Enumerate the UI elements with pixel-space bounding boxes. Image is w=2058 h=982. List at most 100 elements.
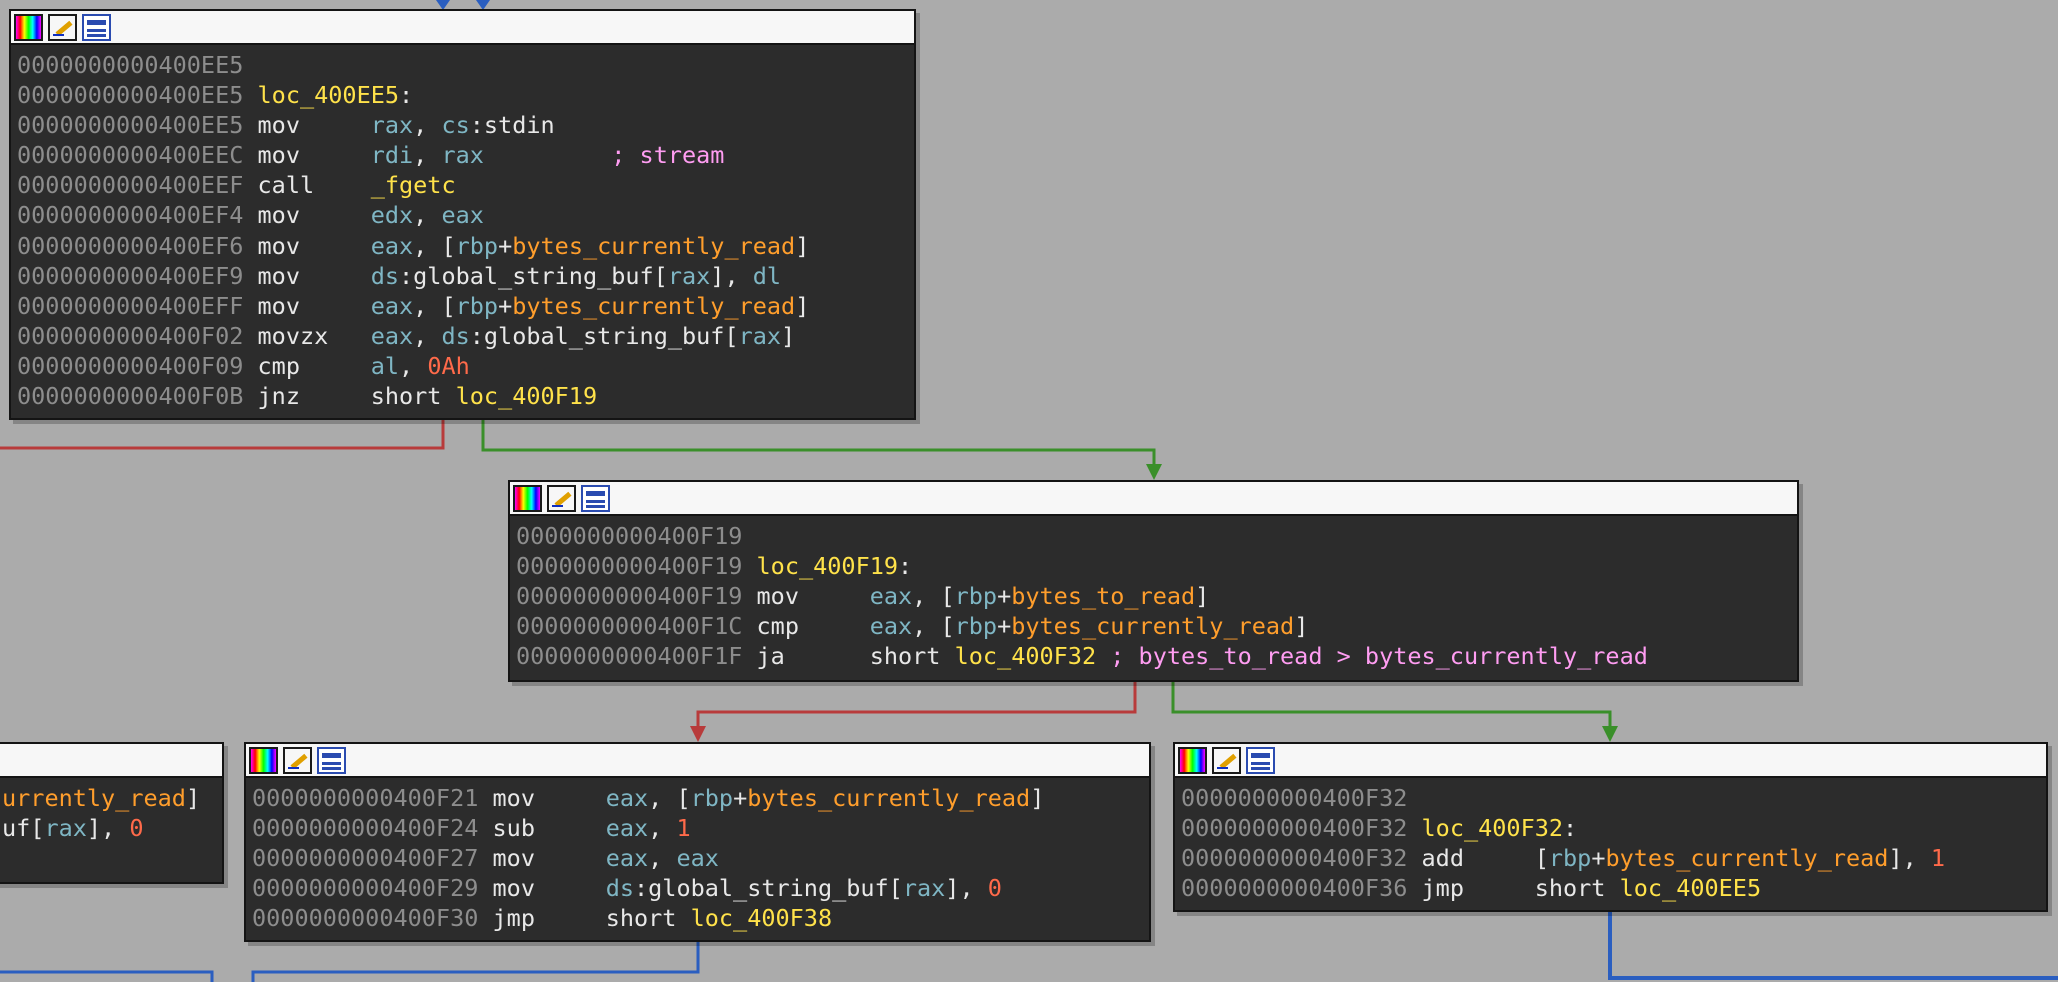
disasm-line[interactable]: 0000000000400F02 movzx eax, ds:global_st… [17, 321, 914, 351]
token-sym[interactable]: loc_400F19 [757, 552, 898, 580]
token-reg[interactable]: rbp [456, 232, 498, 260]
disasm-line[interactable]: 0000000000400F30 jmp short loc_400F38 [252, 903, 1149, 933]
token-reg[interactable]: rax [903, 874, 945, 902]
edge-false-arrow-400F21 [690, 726, 706, 742]
token-reg[interactable]: eax [870, 612, 912, 640]
token-pun: , [ [413, 291, 456, 320]
token-reg[interactable]: rax [441, 141, 483, 169]
disasm-line[interactable]: 0000000000400F19 mov eax, [rbp+bytes_to_… [516, 581, 1797, 611]
token-reg[interactable]: dl [753, 262, 781, 290]
token-seg: cs [441, 111, 470, 140]
token-pun: :global_string_buf[ [399, 261, 668, 290]
disasm-line[interactable]: 0000000000400EFF mov eax, [rbp+bytes_cur… [17, 291, 914, 321]
color-palette-icon[interactable] [14, 13, 43, 41]
token-reg[interactable]: rax [739, 322, 781, 350]
color-palette-icon[interactable] [249, 746, 278, 774]
token-pun: : [898, 552, 913, 581]
disasm-line[interactable]: 0000000000400EF9 mov ds:global_string_bu… [17, 261, 914, 291]
token-reg[interactable]: eax [441, 201, 483, 229]
graph-overview-icon[interactable] [317, 746, 346, 774]
token-off[interactable]: bytes_currently_read [1605, 844, 1888, 872]
token-reg[interactable]: rbp [1549, 844, 1591, 872]
token-sym[interactable]: loc_400EE5 [258, 81, 399, 109]
token-pun: , [ [413, 231, 456, 260]
disasm-line[interactable]: 0000000000400F19 [516, 521, 1797, 551]
disasm-line[interactable]: 0000000000400F24 sub eax, 1 [252, 813, 1149, 843]
token-reg[interactable]: eax [371, 292, 413, 320]
code-block-loc_400F32[interactable]: 0000000000400F32 0000000000400F32 loc_40… [1173, 742, 2048, 912]
token-pun: , [ [648, 784, 691, 812]
color-palette-icon[interactable] [513, 484, 542, 512]
token-sym[interactable]: loc_400F32 [955, 642, 1096, 670]
token-reg[interactable]: rbp [955, 612, 997, 640]
disasm-line[interactable]: 0000000000400F09 cmp al, 0Ah [17, 351, 914, 381]
disasm-line[interactable]: 0000000000400EEC mov rdi, rax ; stream [17, 140, 914, 170]
token-off[interactable]: bytes_currently_read [512, 292, 795, 320]
disasm-line[interactable]: 0000000000400F32 add [rbp+bytes_currentl… [1181, 843, 2046, 873]
token-reg[interactable]: rdi [371, 141, 413, 169]
disasm-line[interactable]: 0000000000400F19 loc_400F19: [516, 551, 1797, 581]
rename-pencil-icon[interactable] [48, 13, 77, 41]
disasm-line[interactable]: 0000000000400F32 loc_400F32: [1181, 813, 2046, 843]
disasm-line[interactable]: 0000000000400EF6 mov eax, [rbp+bytes_cur… [17, 231, 914, 261]
disasm-line[interactable]: 0000000000400EE5 [17, 50, 914, 80]
token-reg[interactable]: eax [676, 844, 718, 872]
code-block-loc_400F19[interactable]: 0000000000400F19 0000000000400F19 loc_40… [508, 480, 1799, 682]
disasm-line[interactable]: 0000000000400F0B jnz short loc_400F19 [17, 381, 914, 411]
rename-pencil-icon[interactable] [1212, 746, 1241, 774]
disasm-line[interactable]: 0000000000400EE5 loc_400EE5: [17, 80, 914, 110]
token-reg[interactable]: eax [606, 844, 648, 872]
code-block-partial-left[interactable]: urrently_read] uf[rax], 0 [0, 742, 224, 884]
graph-overview-icon[interactable] [581, 484, 610, 512]
token-reg[interactable]: eax [870, 582, 912, 610]
disasm-line[interactable]: 0000000000400F27 mov eax, eax [252, 843, 1149, 873]
token-off[interactable]: bytes_currently_read [1011, 612, 1294, 640]
token-off[interactable]: urrently_read [2, 784, 186, 812]
address: 0000000000400F19 [516, 582, 757, 611]
token-mn: mov [257, 261, 371, 290]
rename-pencil-icon[interactable] [283, 746, 312, 774]
token-sym[interactable]: loc_400F38 [691, 904, 832, 932]
token-reg[interactable]: rbp [691, 784, 733, 812]
code-block-400F21[interactable]: 0000000000400F21 mov eax, [rbp+bytes_cur… [244, 742, 1151, 942]
token-reg[interactable]: eax [371, 322, 413, 350]
token-reg[interactable]: rax [371, 111, 413, 139]
token-seg: ds [441, 321, 470, 350]
token-sym[interactable]: loc_400EE5 [1620, 874, 1761, 902]
disasm-line[interactable]: 0000000000400F29 mov ds:global_string_bu… [252, 873, 1149, 903]
rename-pencil-icon[interactable] [547, 484, 576, 512]
disasm-line[interactable]: 0000000000400EEF call _fgetc [17, 170, 914, 200]
token-reg[interactable]: eax [606, 784, 648, 812]
token-mn: add [1421, 844, 1535, 873]
disasm-line[interactable]: uf[rax], 0 [2, 813, 222, 843]
graph-overview-icon[interactable] [1246, 746, 1275, 774]
token-reg[interactable]: rax [668, 262, 710, 290]
disasm-line[interactable]: urrently_read] [2, 783, 222, 813]
token-pun: + [997, 582, 1012, 611]
token-pun: short [869, 642, 955, 671]
code-block-loc_400EE5[interactable]: 0000000000400EE5 0000000000400EE5 loc_40… [9, 9, 916, 420]
token-reg[interactable]: rbp [955, 582, 997, 610]
disasm-line[interactable]: 0000000000400EF4 mov edx, eax [17, 200, 914, 230]
token-reg[interactable]: edx [371, 201, 413, 229]
disasm-line[interactable]: 0000000000400F1C cmp eax, [rbp+bytes_cur… [516, 611, 1797, 641]
token-sym[interactable]: _fgetc [371, 171, 456, 199]
token-sym[interactable]: loc_400F19 [456, 382, 597, 410]
token-sym[interactable]: loc_400F32 [1422, 814, 1563, 842]
color-palette-icon[interactable] [1178, 746, 1207, 774]
token-off[interactable]: bytes_currently_read [512, 232, 795, 260]
token-reg[interactable]: al [371, 352, 399, 380]
token-off[interactable]: bytes_currently_read [747, 784, 1030, 812]
disasm-line[interactable]: 0000000000400F36 jmp short loc_400EE5 [1181, 873, 2046, 903]
graph-overview-icon[interactable] [82, 13, 111, 41]
token-reg[interactable]: rbp [456, 292, 498, 320]
token-num: 0Ah [427, 351, 470, 380]
token-reg[interactable]: rax [44, 814, 86, 842]
disasm-line[interactable]: 0000000000400F1F ja short loc_400F32 ; b… [516, 641, 1797, 671]
disasm-line[interactable]: 0000000000400F21 mov eax, [rbp+bytes_cur… [252, 783, 1149, 813]
disasm-line[interactable]: 0000000000400F32 [1181, 783, 2046, 813]
token-reg[interactable]: eax [371, 232, 413, 260]
disasm-line[interactable]: 0000000000400EE5 mov rax, cs:stdin [17, 110, 914, 140]
token-off[interactable]: bytes_to_read [1011, 582, 1195, 610]
token-reg[interactable]: eax [606, 814, 648, 842]
